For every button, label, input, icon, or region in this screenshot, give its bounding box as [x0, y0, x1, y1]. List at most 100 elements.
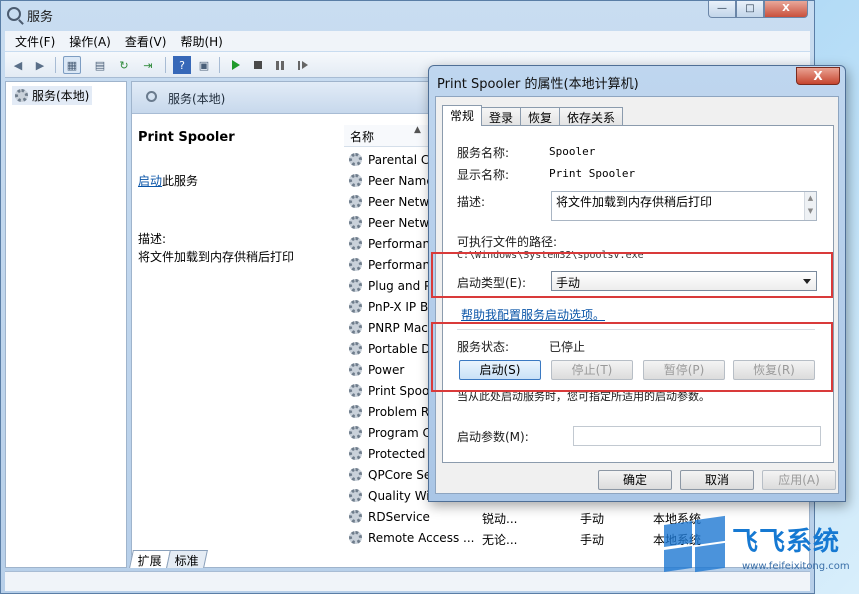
services-app-icon	[7, 7, 21, 21]
sort-arrow-icon: ▲	[414, 125, 421, 135]
service-row-name: Peer Netwo	[368, 216, 437, 230]
menu-help[interactable]: 帮助(H)	[180, 33, 222, 50]
startup-help-link[interactable]: 帮助我配置服务启动选项。	[461, 306, 605, 323]
service-row-name: Performan	[368, 258, 431, 272]
column-header-name[interactable]: 名称	[350, 128, 374, 145]
dialog-tabs: 常规 登录 恢复 依存关系	[442, 105, 624, 126]
service-row-startup-type: 手动	[580, 512, 605, 526]
export-list-icon[interactable]: ⇥	[139, 56, 157, 74]
tab-standard-label: 标准	[174, 554, 199, 568]
console-icon[interactable]: ▣	[195, 56, 213, 74]
toolbar-separator	[219, 57, 220, 73]
service-name-label: 服务名称:	[457, 146, 510, 160]
description-scrollbar[interactable]: ▲ ▼	[804, 192, 816, 220]
service-row-name: Protected S	[368, 447, 437, 461]
service-row-name: QPCore Se	[368, 468, 432, 482]
gear-icon	[349, 153, 362, 166]
help-icon[interactable]: ?	[173, 56, 191, 74]
description-text: 将文件加载到内存供稍后打印	[138, 250, 295, 264]
windows-logo-icon	[660, 515, 728, 573]
gear-icon	[349, 489, 362, 502]
stop-service-icon[interactable]	[249, 56, 267, 74]
service-title: Print Spooler	[138, 130, 235, 145]
maximize-button[interactable]: □	[736, 1, 764, 18]
service-row-name: Performan	[368, 237, 431, 251]
exe-path-label: 可执行文件的路径:	[457, 235, 558, 249]
gear-icon	[349, 300, 362, 313]
content-header-title: 服务(本地)	[168, 92, 226, 106]
gear-icon	[349, 237, 362, 250]
gear-icon	[349, 279, 362, 292]
gear-icon	[349, 426, 362, 439]
dialog-close-button[interactable]: X	[796, 67, 840, 85]
display-name-value: Print Spooler	[549, 167, 636, 180]
service-row-description: 锐动...	[482, 512, 518, 526]
title-bar[interactable]: 服务 — □ X	[1, 1, 814, 29]
back-icon[interactable]: ◀	[9, 56, 27, 74]
gear-icon	[349, 363, 362, 376]
start-service-link[interactable]: 启动	[138, 174, 162, 188]
menu-view[interactable]: 查看(V)	[125, 33, 167, 50]
dialog-body: 常规 登录 恢复 依存关系 服务名称: Spooler 显示名称: Print …	[431, 96, 839, 494]
refresh-icon[interactable]: ↻	[115, 56, 133, 74]
display-name-label: 显示名称:	[457, 168, 510, 182]
startup-param-label: 启动参数(M):	[457, 430, 529, 444]
restart-service-icon[interactable]	[293, 56, 311, 74]
description-label: 描述:	[138, 232, 167, 246]
tab-dependencies[interactable]: 依存关系	[559, 107, 624, 126]
watermark: 飞飞系统 www.feifeixitong.com	[660, 513, 859, 593]
tab-standard[interactable]: 标准	[166, 550, 208, 568]
menu-file[interactable]: 文件(F)	[15, 33, 55, 50]
cancel-button[interactable]: 取消	[680, 470, 754, 490]
gear-icon	[15, 89, 28, 102]
description-field[interactable]: 将文件加载到内存供稍后打印 ▲ ▼	[551, 191, 817, 221]
general-tab-page: 服务名称: Spooler 显示名称: Print Spooler 描述: 将文…	[431, 125, 834, 463]
properties-icon[interactable]: ▤	[91, 56, 109, 74]
gear-icon	[349, 531, 362, 544]
tab-extended-label: 扩展	[137, 554, 162, 568]
service-row-name: Quality Wi	[368, 489, 430, 503]
highlight-startup-type	[431, 252, 833, 298]
service-row-name: Power	[368, 363, 405, 377]
forward-icon[interactable]: ▶	[31, 56, 49, 74]
startup-param-input[interactable]	[573, 426, 821, 446]
service-row-startup-type: 手动	[580, 533, 605, 547]
service-row-name: PnP-X IP B	[368, 300, 429, 314]
gear-icon	[349, 321, 362, 334]
search-icon	[146, 91, 157, 102]
menu-action[interactable]: 操作(A)	[69, 33, 111, 50]
gear-icon	[349, 195, 362, 208]
minimize-button[interactable]: —	[708, 1, 736, 18]
tab-logon[interactable]: 登录	[481, 107, 522, 126]
watermark-text: 飞飞系统	[732, 527, 841, 557]
ok-button[interactable]: 确定	[598, 470, 672, 490]
tab-recovery[interactable]: 恢复	[520, 107, 561, 126]
gear-icon	[349, 258, 362, 271]
service-row-name: Portable D	[368, 342, 431, 356]
dialog-title: Print Spooler 的属性(本地计算机)	[437, 77, 639, 92]
window-title: 服务	[27, 10, 54, 25]
properties-dialog: Print Spooler 的属性(本地计算机) X 常规 登录 恢复 依存关系…	[428, 65, 846, 502]
apply-button[interactable]: 应用(A)	[762, 470, 836, 490]
toolbar-separator	[165, 57, 166, 73]
service-row-description: 无论...	[482, 533, 518, 547]
pause-service-icon[interactable]	[271, 56, 289, 74]
service-row-name: Peer Name	[368, 174, 434, 188]
gear-icon	[349, 384, 362, 397]
service-row-name: Plug and P	[368, 279, 432, 293]
tree-item-services-local[interactable]: 服务(本地)	[12, 86, 93, 105]
gear-icon	[349, 510, 362, 523]
start-service-icon[interactable]	[227, 56, 245, 74]
gear-icon	[349, 216, 362, 229]
service-detail: Print Spooler 启动此服务 描述: 将文件加载到内存供稍后打印	[138, 130, 338, 264]
show-tree-icon[interactable]: ▦	[63, 56, 81, 74]
service-row-name: Remote Access ...	[368, 531, 475, 545]
service-row-name: Program C	[368, 426, 431, 440]
service-row-name: Print Spoo	[368, 384, 430, 398]
console-tree: 服务(本地)	[5, 81, 127, 568]
tab-extended[interactable]: 扩展	[129, 550, 171, 568]
service-row-name: PNRP Mac	[368, 321, 428, 335]
gear-icon	[349, 174, 362, 187]
close-button[interactable]: X	[764, 1, 808, 18]
tab-general[interactable]: 常规	[442, 105, 483, 126]
